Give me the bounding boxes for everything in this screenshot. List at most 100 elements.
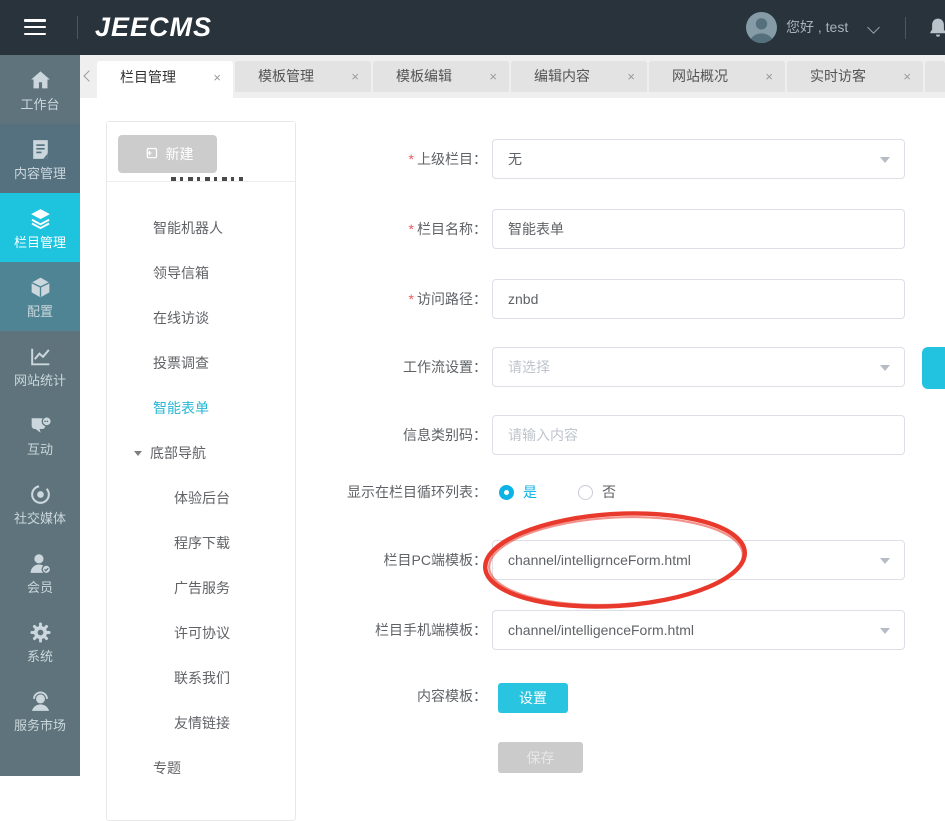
- main-sidebar: 工作台 内容管理 栏目管理 配置 网站统计 互动 社交媒体 会员 系统 服务市场: [0, 55, 80, 776]
- tree-list: 智能机器人 领导信箱 在线访谈 投票调查 智能表单 底部导航 体验后台 程序下载…: [107, 206, 295, 791]
- top-header: JEECMS 您好 , test: [0, 0, 945, 55]
- form-row-parent-channel: * 上级栏目： 无: [310, 139, 905, 179]
- mobile-template-select[interactable]: channel/intelligenceForm.html: [492, 610, 905, 650]
- tree-item[interactable]: 友情链接: [107, 701, 295, 746]
- access-path-input[interactable]: [492, 279, 905, 319]
- close-icon[interactable]: ×: [213, 61, 221, 94]
- app-logo: JEECMS: [95, 12, 213, 42]
- orbit-target-icon: [30, 485, 50, 504]
- form-row-content-template: 内容模板：: [310, 686, 492, 706]
- sidebar-item-members[interactable]: 会员: [0, 538, 80, 607]
- form-row-access-path: * 访问路径：: [310, 279, 905, 319]
- user-check-icon: [30, 554, 51, 575]
- sidebar-item-workbench[interactable]: 工作台: [0, 55, 80, 124]
- field-label: 显示在栏目循环列表：: [347, 484, 487, 500]
- close-icon[interactable]: ×: [765, 61, 773, 92]
- hamburger-menu-icon[interactable]: [24, 19, 46, 36]
- headset-user-icon: [31, 691, 49, 711]
- form-row-show-in-loop: 显示在栏目循环列表： 是 否: [310, 480, 616, 504]
- sidebar-item-content[interactable]: 内容管理: [0, 124, 80, 193]
- close-icon[interactable]: ×: [489, 61, 497, 92]
- user-silhouette-icon: [749, 18, 774, 43]
- tree-panel-header: 新建: [107, 122, 295, 182]
- home-icon: [30, 71, 50, 89]
- field-label: 栏目名称：: [417, 221, 487, 237]
- sidebar-item-config[interactable]: 配置: [0, 262, 80, 331]
- notification-bell-icon[interactable]: [926, 16, 945, 40]
- form-row-workflow: 工作流设置： 请选择: [310, 347, 905, 387]
- form-row-category-code: 信息类别码：: [310, 415, 905, 455]
- save-button[interactable]: 保存: [498, 742, 583, 773]
- tree-item[interactable]: 领导信箱: [107, 251, 295, 296]
- field-label: 内容模板：: [417, 688, 487, 704]
- sidebar-item-stats[interactable]: 网站统计: [0, 331, 80, 400]
- tree-item[interactable]: 智能机器人: [107, 206, 295, 251]
- tab-live-visitors[interactable]: 实时访客 ×: [787, 61, 923, 92]
- tree-item[interactable]: 联系我们: [107, 656, 295, 701]
- radio-unselected-icon[interactable]: [578, 484, 593, 500]
- channel-tree-panel: 新建 智能机器人 领导信箱 在线访谈 投票调查 智能表单 底部导航 体验后台 程…: [106, 121, 296, 821]
- tab-scroll-left-icon[interactable]: [83, 70, 95, 82]
- divider: [905, 17, 906, 39]
- dropdown-arrow-icon: [880, 558, 890, 564]
- gear-icon: [29, 622, 50, 643]
- user-greeting[interactable]: 您好 , test: [786, 0, 848, 55]
- workflow-select[interactable]: 请选择: [492, 347, 905, 387]
- field-label: 栏目手机端模板：: [375, 622, 487, 638]
- sidebar-item-social[interactable]: 社交媒体: [0, 469, 80, 538]
- field-label: 栏目PC端模板：: [383, 552, 487, 568]
- dropdown-arrow-icon: [880, 628, 890, 634]
- layers-icon: [30, 209, 50, 230]
- form-row-pc-template: 栏目PC端模板： channel/intelligrnceForm.html: [310, 540, 905, 580]
- field-label: 工作流设置：: [403, 359, 487, 375]
- close-icon[interactable]: ×: [351, 61, 359, 92]
- channel-name-input[interactable]: [492, 209, 905, 249]
- line-chart-icon: [30, 348, 50, 366]
- floating-action-button[interactable]: [922, 347, 945, 389]
- tree-item[interactable]: 体验后台: [107, 476, 295, 521]
- divider: [77, 16, 78, 39]
- close-icon[interactable]: ×: [903, 61, 911, 92]
- tree-item[interactable]: 广告服务: [107, 566, 295, 611]
- tree-item[interactable]: 专题: [107, 746, 295, 791]
- form-row-channel-name: * 栏目名称：: [310, 209, 905, 249]
- collapse-arrow-icon[interactable]: [134, 451, 142, 456]
- tab-bar: 栏目管理 × 模板管理 × 模板编辑 × 编辑内容 × 网站概况 × 实时访客 …: [80, 55, 945, 98]
- radio-selected-icon[interactable]: [499, 484, 514, 500]
- tab-edit-content[interactable]: 编辑内容 ×: [511, 61, 647, 92]
- chevron-down-icon[interactable]: [867, 21, 880, 34]
- avatar[interactable]: [746, 12, 777, 43]
- sidebar-item-channel[interactable]: 栏目管理: [0, 193, 80, 262]
- radio-no[interactable]: 否: [578, 482, 616, 502]
- sidebar-item-interaction[interactable]: 互动: [0, 400, 80, 469]
- tab-template-mgmt[interactable]: 模板管理 ×: [235, 61, 371, 92]
- content-template-set-button[interactable]: 设置: [498, 683, 568, 713]
- cube-icon: [30, 277, 50, 298]
- pc-template-select[interactable]: channel/intelligrnceForm.html: [492, 540, 905, 580]
- tab-channel-mgmt[interactable]: 栏目管理 ×: [97, 61, 233, 98]
- tree-item[interactable]: 许可协议: [107, 611, 295, 656]
- clipped-tree-item: [171, 177, 243, 181]
- tab-template-edit[interactable]: 模板编辑 ×: [373, 61, 509, 92]
- tree-item[interactable]: 投票调查: [107, 341, 295, 386]
- tree-item-expandable[interactable]: 底部导航: [107, 431, 295, 476]
- form-row-mobile-template: 栏目手机端模板： channel/intelligenceForm.html: [310, 610, 905, 650]
- add-copy-icon: [146, 147, 157, 158]
- parent-channel-select[interactable]: 无: [492, 139, 905, 179]
- dropdown-arrow-icon: [880, 157, 890, 163]
- sidebar-item-system[interactable]: 系统: [0, 607, 80, 676]
- tree-item[interactable]: 程序下载: [107, 521, 295, 566]
- sidebar-item-market[interactable]: 服务市场: [0, 676, 80, 745]
- tree-item[interactable]: 在线访谈: [107, 296, 295, 341]
- close-icon[interactable]: ×: [627, 61, 635, 92]
- category-code-input[interactable]: [492, 415, 905, 455]
- field-label: 上级栏目：: [417, 151, 487, 167]
- tree-item-selected[interactable]: 智能表单: [107, 386, 295, 431]
- tab-partial[interactable]: [925, 61, 945, 92]
- document-icon: [32, 140, 48, 159]
- new-channel-button[interactable]: 新建: [118, 135, 217, 173]
- chat-bubbles-icon: [31, 416, 52, 433]
- radio-yes[interactable]: 是: [499, 482, 537, 502]
- tab-site-overview[interactable]: 网站概况 ×: [649, 61, 785, 92]
- field-label: 信息类别码：: [403, 427, 487, 443]
